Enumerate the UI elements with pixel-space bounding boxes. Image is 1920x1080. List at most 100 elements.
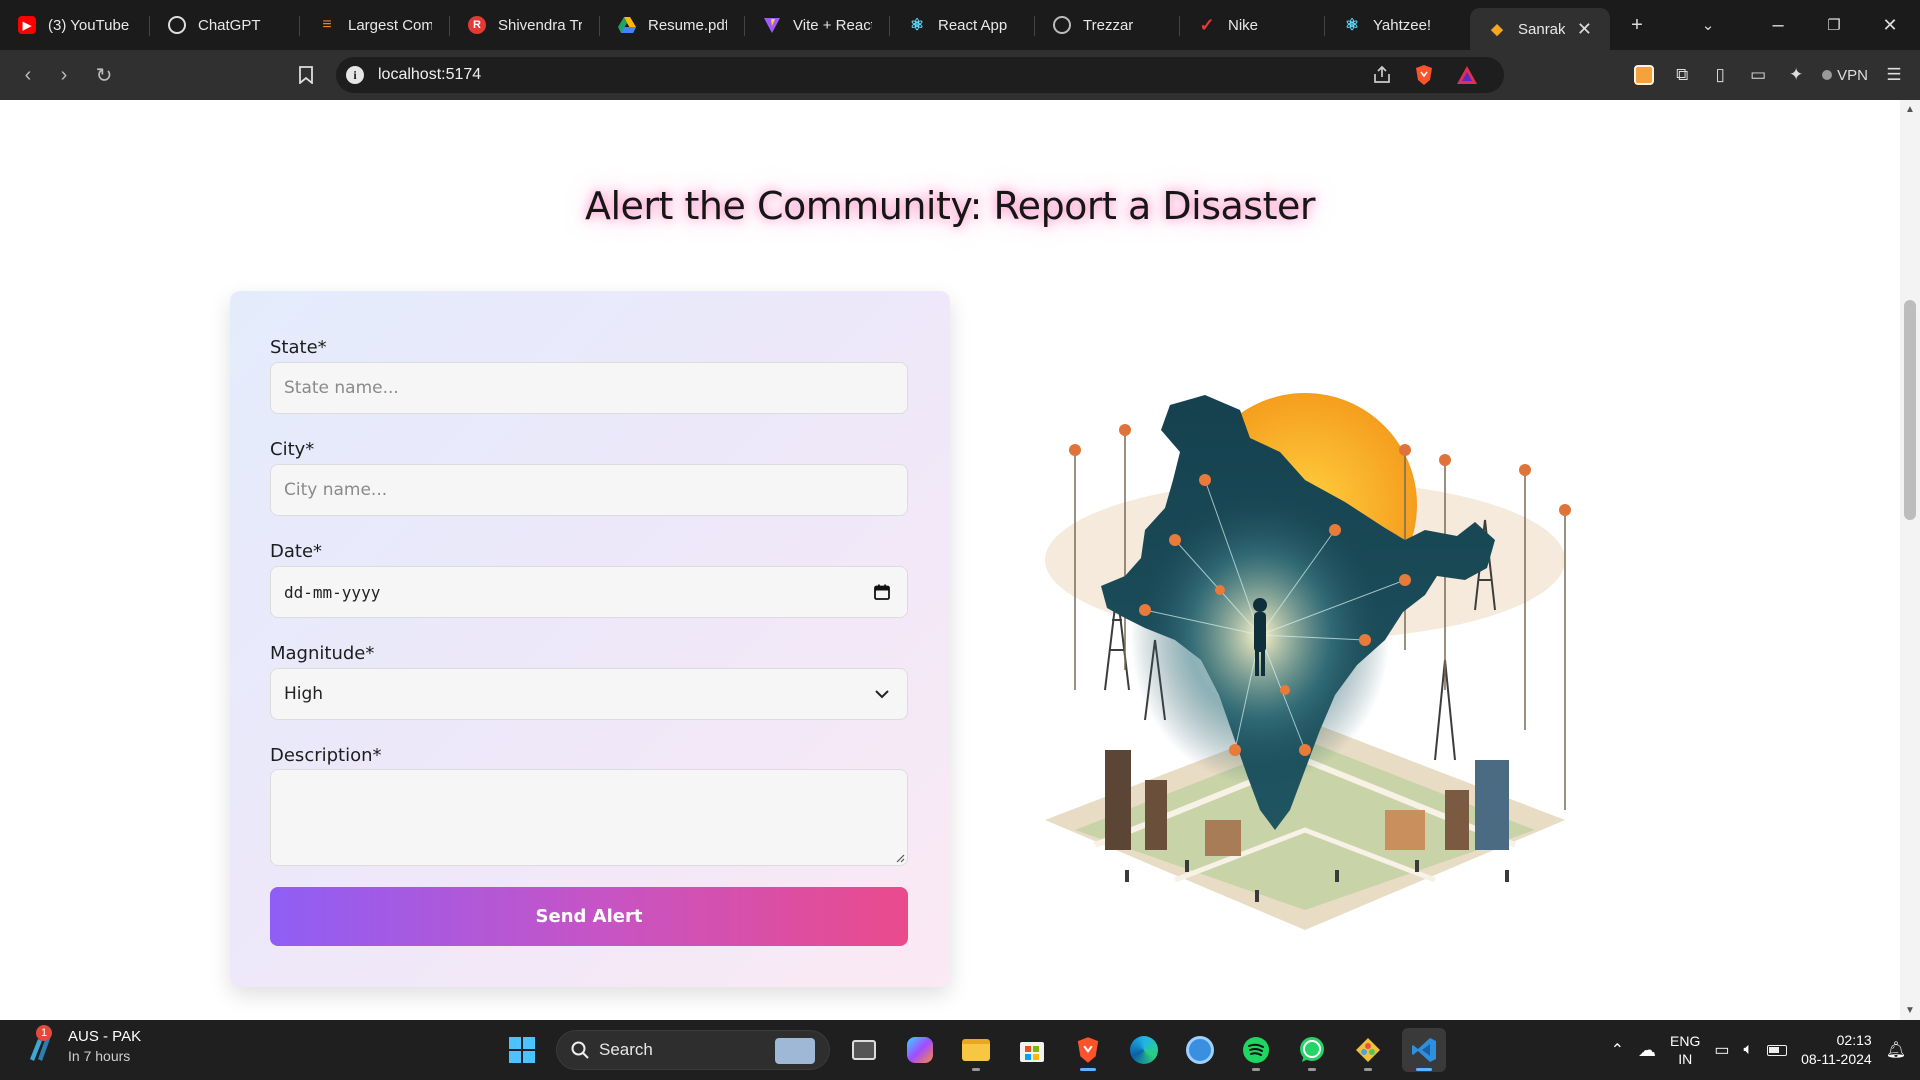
brave-browser-icon[interactable] <box>1066 1028 1110 1072</box>
chevron-up-icon[interactable]: ⌃ <box>1611 1040 1624 1060</box>
share-icon[interactable] <box>1372 65 1392 90</box>
url-text[interactable]: localhost:5174 <box>378 66 481 84</box>
report-disaster-form: State* State name... City* City name... … <box>230 291 950 987</box>
minimize-icon[interactable]: – <box>1750 14 1806 37</box>
whatsapp-icon[interactable] <box>1290 1028 1334 1072</box>
weather-widget[interactable]: 1 AUS - PAK In 7 hours <box>24 1025 142 1064</box>
vite-icon <box>763 16 781 34</box>
menu-icon[interactable]: ☰ <box>1882 63 1906 87</box>
tab-label: Trezzar <box>1083 16 1134 34</box>
chatgpt-icon <box>168 16 186 34</box>
window-close-icon[interactable]: ✕ <box>1862 15 1918 36</box>
scrollbar-thumb[interactable] <box>1904 300 1916 520</box>
tab-vite[interactable]: Vite + React <box>745 0 890 50</box>
browser-tab-bar: ▶ (3) YouTube ChatGPT ≡ Largest Comi R S… <box>0 0 1920 50</box>
tab-youtube[interactable]: ▶ (3) YouTube <box>0 0 150 50</box>
onedrive-cloud-icon[interactable]: ☁ <box>1638 1040 1656 1061</box>
back-icon[interactable]: ‹ <box>10 57 46 93</box>
task-view-icon[interactable] <box>842 1028 886 1072</box>
date-input[interactable]: dd-mm-yyyy <box>270 566 908 618</box>
scroll-up-arrow-icon[interactable]: ▲ <box>1905 104 1915 115</box>
stack-icon: ≡ <box>322 16 332 33</box>
clock-date: 08-11-2024 <box>1801 1051 1872 1067</box>
city-label: City* <box>270 439 315 460</box>
edge-browser-icon[interactable] <box>1122 1028 1166 1072</box>
sanrakshak-icon: ◆ <box>1491 21 1503 38</box>
tab-label: Nike <box>1228 16 1259 34</box>
clock-time: 02:13 <box>1836 1032 1872 1048</box>
copilot-icon[interactable] <box>898 1028 942 1072</box>
tab-label: Resume.pdf <box>648 16 727 34</box>
extension-orange-icon[interactable] <box>1632 63 1656 87</box>
new-tab-button[interactable]: + <box>1610 14 1664 37</box>
react-icon: ⚛ <box>1344 17 1360 34</box>
language-indicator[interactable]: ENG IN <box>1670 1032 1700 1068</box>
file-explorer-icon[interactable] <box>954 1028 998 1072</box>
network-icon[interactable]: ▭ <box>1714 1040 1729 1060</box>
tab-label: React App <box>938 16 1008 34</box>
state-input[interactable]: State name... <box>270 362 908 414</box>
vscode-icon[interactable] <box>1402 1028 1446 1072</box>
microsoft-store-icon[interactable] <box>1010 1028 1054 1072</box>
tab-nike[interactable]: ✓ Nike <box>1180 0 1325 50</box>
windows-taskbar: 1 AUS - PAK In 7 hours Search ⌃ ☁ ENG IN… <box>0 1020 1920 1080</box>
address-toolbar: ‹ › ↻ i localhost:5174 ⧉ ▯ ▭ ✦ VPN ☰ <box>0 50 1920 100</box>
magnitude-select[interactable]: High <box>270 668 908 720</box>
address-bar[interactable]: i localhost:5174 <box>336 57 1504 93</box>
tab-label: ChatGPT <box>198 16 261 34</box>
battery-icon[interactable] <box>1767 1044 1788 1056</box>
leo-ai-icon[interactable]: ✦ <box>1784 63 1808 87</box>
volume-icon[interactable]: 🔈︎ <box>1744 1041 1754 1059</box>
globe-icon <box>1053 16 1071 34</box>
city-input[interactable]: City name... <box>270 464 908 516</box>
sidebar-icon[interactable]: ▯ <box>1708 63 1732 87</box>
spotify-icon[interactable] <box>1234 1028 1278 1072</box>
tab-resume-pdf[interactable]: Resume.pdf <box>600 0 745 50</box>
restore-icon[interactable]: ❐ <box>1806 16 1862 34</box>
git-tool-icon[interactable] <box>1346 1028 1390 1072</box>
google-drive-icon <box>618 16 636 34</box>
tab-search-dropdown-icon[interactable]: ⌄ <box>1688 16 1728 34</box>
page-viewport: Alert the Community: Report a Disaster S… <box>0 100 1900 1020</box>
description-textarea[interactable] <box>270 769 908 866</box>
tab-chatgpt[interactable]: ChatGPT <box>150 0 300 50</box>
description-label: Description* <box>270 745 382 766</box>
send-alert-button[interactable]: Send Alert <box>270 887 908 946</box>
reload-icon[interactable]: ↻ <box>86 57 122 93</box>
brave-rewards-icon[interactable] <box>1456 65 1478 90</box>
site-info-icon[interactable]: i <box>346 66 364 84</box>
india-map-network-illustration <box>1045 393 1571 930</box>
start-button[interactable] <box>500 1028 544 1072</box>
state-label: State* <box>270 337 327 358</box>
notification-bell-icon[interactable]: 🔔︎ <box>1886 1040 1906 1060</box>
scroll-down-arrow-icon[interactable]: ▼ <box>1905 1005 1915 1016</box>
page-title: Alert the Community: Report a Disaster <box>584 184 1316 228</box>
date-placeholder: dd-mm-yyyy <box>284 582 381 602</box>
clock[interactable]: 02:13 08-11-2024 <box>1801 1031 1872 1069</box>
extensions-puzzle-icon[interactable]: ⧉ <box>1670 63 1694 87</box>
weather-app-icon[interactable] <box>1178 1028 1222 1072</box>
page-scrollbar[interactable]: ▲ ▼ <box>1900 100 1920 1020</box>
tab-label: Yahtzee! <box>1373 16 1432 34</box>
tab-resume-site[interactable]: R Shivendra Tri <box>450 0 600 50</box>
forward-icon[interactable]: › <box>46 57 82 93</box>
tab-label: Largest Comi <box>348 16 432 34</box>
tab-sanrakshak[interactable]: ◆ Sanraksh ✕ <box>1470 8 1610 50</box>
date-label: Date* <box>270 541 323 562</box>
resize-handle-icon[interactable] <box>895 853 905 863</box>
tab-label: (3) YouTube <box>48 16 130 34</box>
search-label: Search <box>599 1040 653 1059</box>
weather-title: AUS - PAK <box>68 1028 142 1045</box>
tab-trezzar[interactable]: Trezzar <box>1035 0 1180 50</box>
youtube-icon: ▶ <box>18 16 36 34</box>
close-tab-icon[interactable]: ✕ <box>1577 19 1592 40</box>
taskbar-search[interactable]: Search <box>556 1030 830 1070</box>
tab-react-app[interactable]: ⚛ React App <box>890 0 1035 50</box>
calendar-icon[interactable] <box>871 581 893 603</box>
wallet-icon[interactable]: ▭ <box>1746 63 1770 87</box>
bookmark-icon[interactable] <box>288 57 324 93</box>
vpn-button[interactable]: VPN <box>1822 67 1868 84</box>
tab-stackoverflow[interactable]: ≡ Largest Comi <box>300 0 450 50</box>
brave-shields-icon[interactable] <box>1414 64 1434 91</box>
tab-yahtzee[interactable]: ⚛ Yahtzee! <box>1325 0 1470 50</box>
